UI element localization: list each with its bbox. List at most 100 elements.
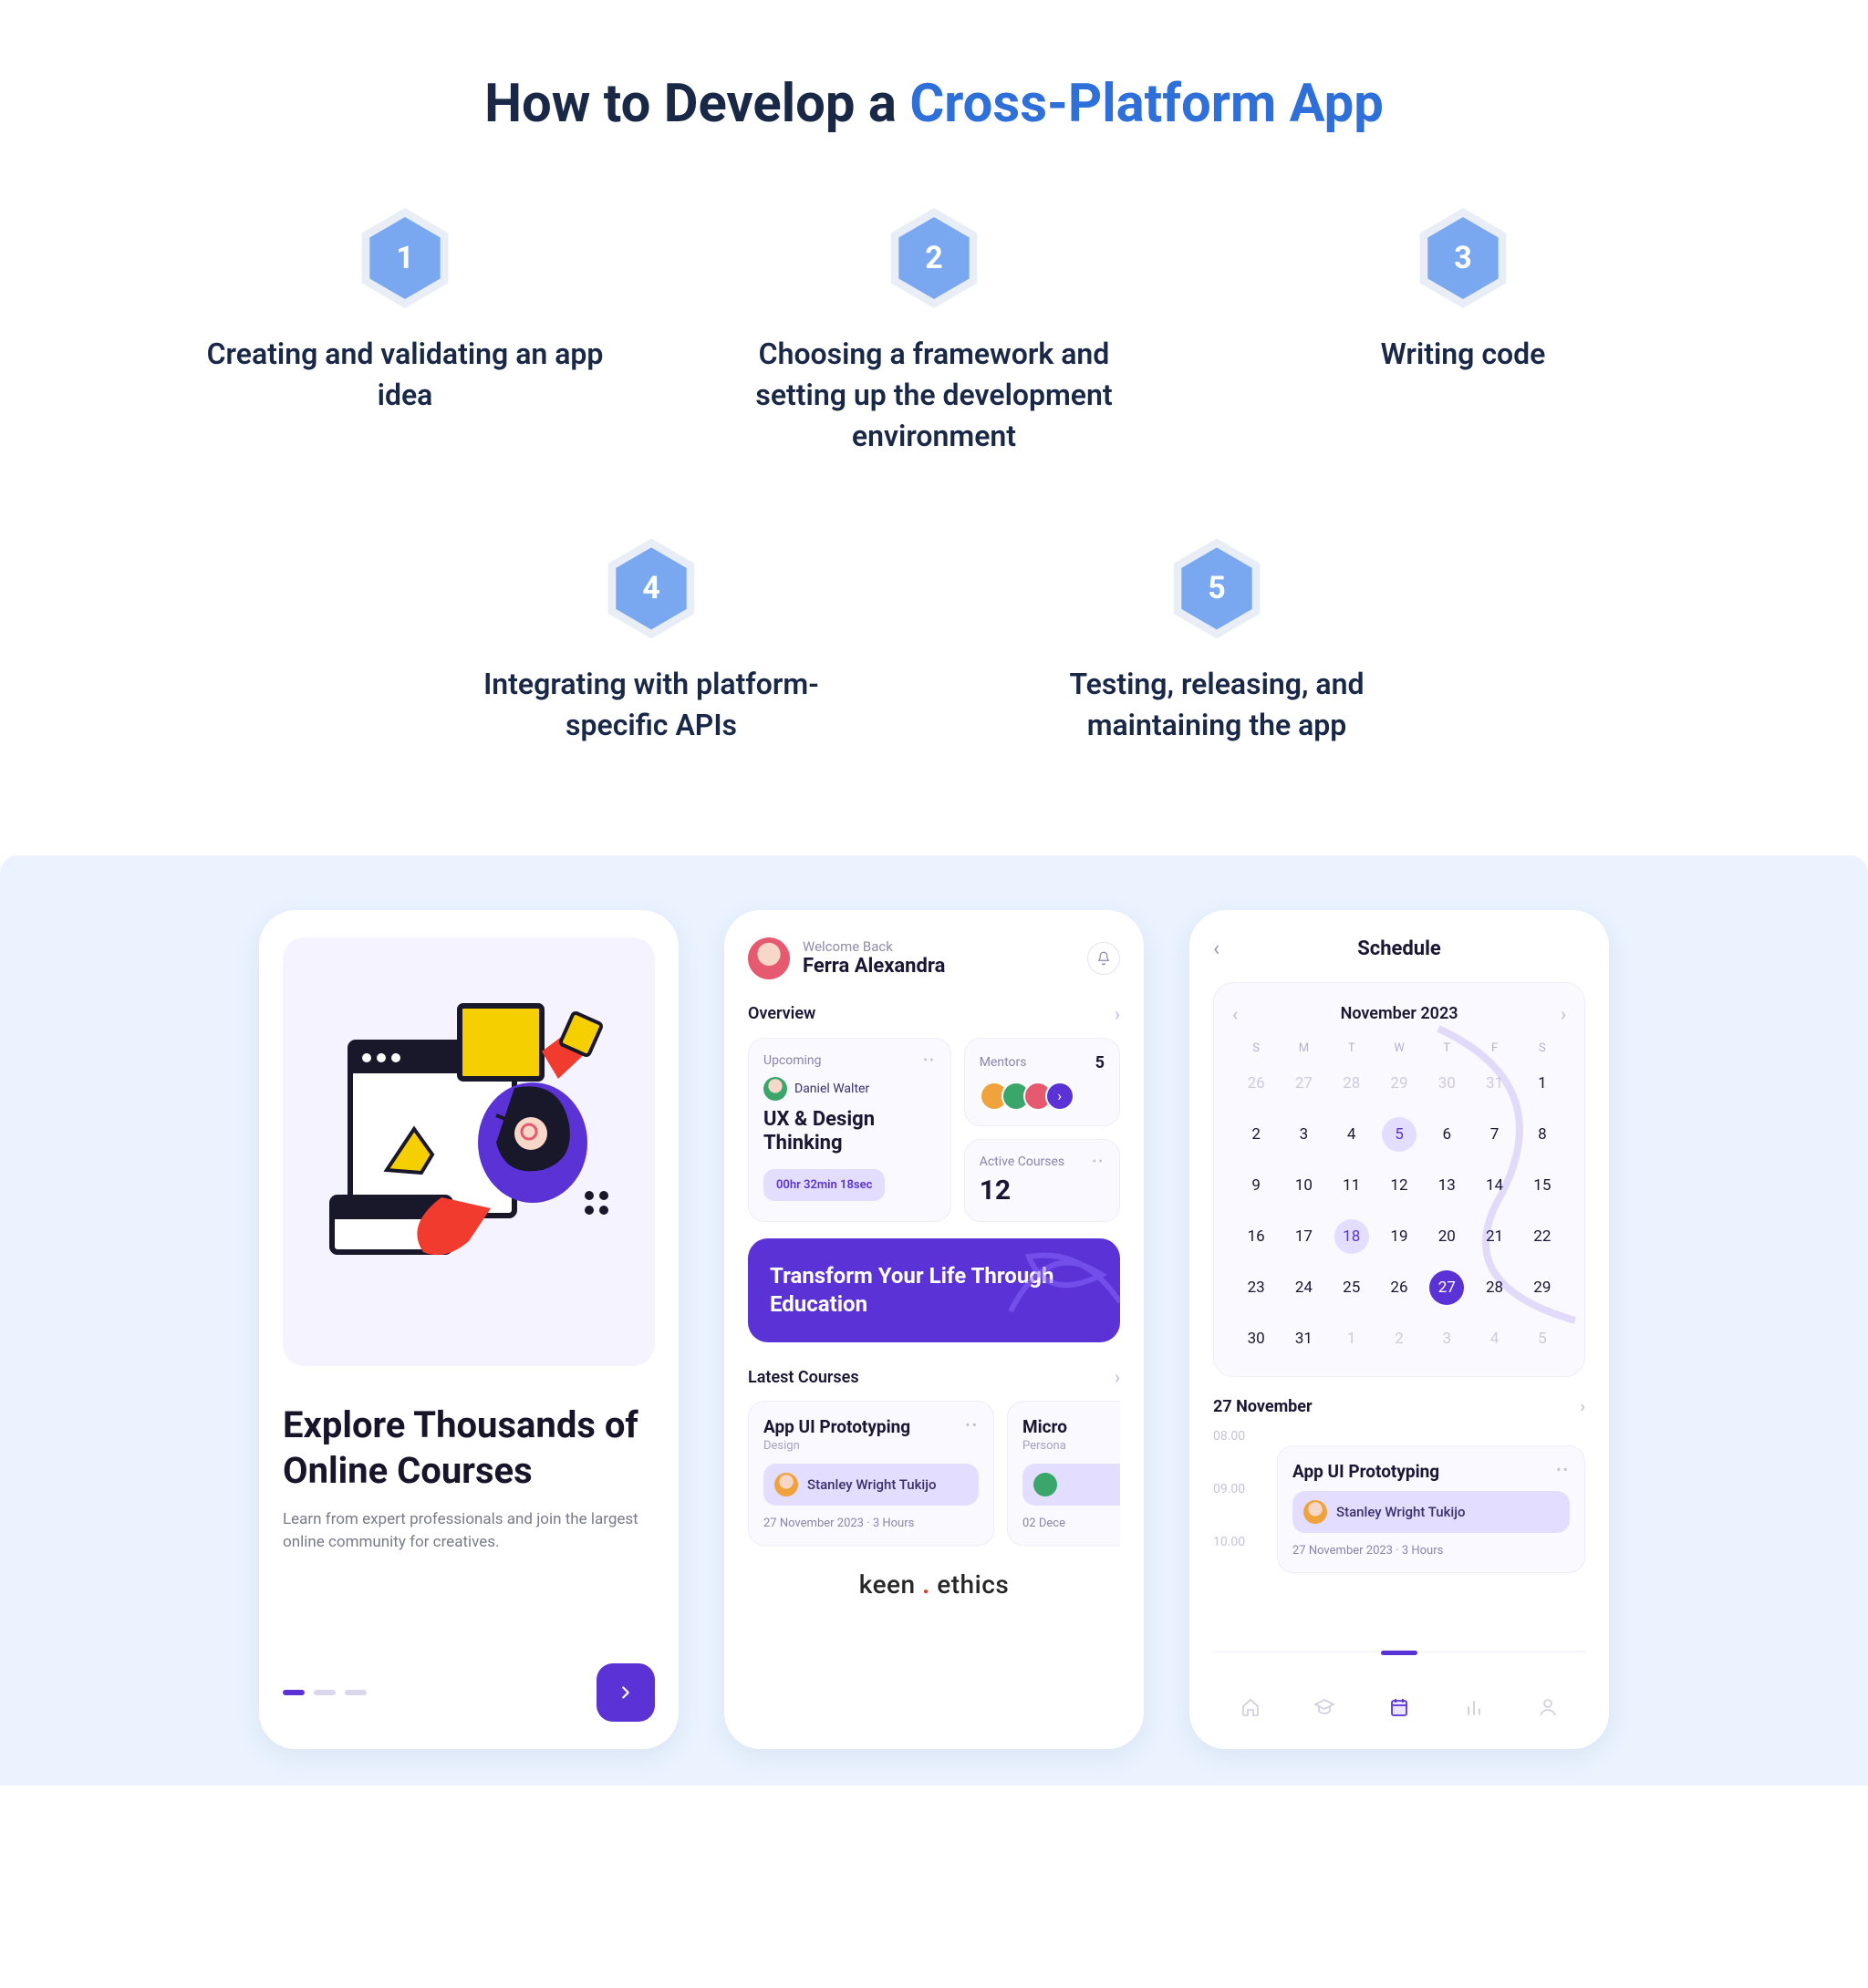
- date-cell[interactable]: 9: [1239, 1168, 1273, 1203]
- user-icon: [1537, 1696, 1559, 1718]
- user-avatar-icon[interactable]: [748, 937, 790, 979]
- tab-stats[interactable]: [1459, 1693, 1489, 1722]
- latest-label: Latest Courses: [748, 1368, 859, 1387]
- back-button[interactable]: ‹: [1213, 936, 1219, 961]
- date-heading[interactable]: 27 November ›: [1213, 1397, 1585, 1416]
- teacher-name: Daniel Walter: [794, 1082, 869, 1096]
- date-cell[interactable]: 23: [1239, 1270, 1273, 1305]
- dow-cell: T: [1328, 1041, 1375, 1055]
- course-teacher-row: Stanley Wright Tukijo: [763, 1464, 979, 1506]
- title-accent: Cross-Platform App: [909, 73, 1384, 135]
- date-cell[interactable]: 18: [1334, 1219, 1369, 1254]
- tab-indicator: [1381, 1651, 1417, 1655]
- tab-courses[interactable]: [1310, 1693, 1339, 1722]
- overview-label: Overview: [748, 1004, 815, 1023]
- active-courses-card[interactable]: Active Courses •• 12: [964, 1139, 1120, 1222]
- mentors-card[interactable]: Mentors 5 ›: [964, 1038, 1120, 1126]
- latest-heading[interactable]: Latest Courses ›: [748, 1366, 1120, 1388]
- explore-footer: [283, 1627, 655, 1722]
- notifications-button[interactable]: [1087, 942, 1120, 975]
- cal-prev-button[interactable]: ‹: [1232, 1003, 1238, 1025]
- schedule-header: ‹ Schedule: [1213, 937, 1585, 960]
- step-2: 2 Choosing a framework and setting up th…: [733, 208, 1135, 456]
- dow-cell: M: [1280, 1041, 1327, 1055]
- brand-right: ethics: [937, 1569, 1009, 1600]
- explore-subtitle: Learn from expert professionals and join…: [283, 1508, 655, 1555]
- step-label: Testing, releasing, and maintaining the …: [1016, 664, 1417, 746]
- tab-schedule[interactable]: [1385, 1693, 1414, 1722]
- event-card[interactable]: App UI Prototyping •• Stanley Wright Tuk…: [1277, 1445, 1585, 1573]
- date-cell[interactable]: 31: [1286, 1321, 1321, 1356]
- teacher-avatar-icon: [763, 1077, 787, 1101]
- upcoming-card[interactable]: Upcoming •• Daniel Walter UX & Design Th…: [748, 1038, 951, 1222]
- active-count: 12: [980, 1175, 1105, 1206]
- course-category: Persona: [1022, 1439, 1120, 1453]
- user-name: Ferra Alexandra: [803, 955, 945, 978]
- hex-icon: 4: [601, 538, 701, 638]
- event-teacher-row: Stanley Wright Tukijo: [1292, 1491, 1570, 1533]
- course-meta: 27 November 2023 · 3 Hours: [763, 1517, 979, 1530]
- hour-label: 08.00: [1213, 1429, 1585, 1444]
- more-icon[interactable]: ••: [923, 1053, 935, 1068]
- tab-bar: [1213, 1651, 1585, 1722]
- schedule-title: Schedule: [1357, 937, 1441, 960]
- date-label: 27 November: [1213, 1397, 1313, 1416]
- explore-title: Explore Thousands of Online Courses: [283, 1403, 655, 1494]
- step-1: 1 Creating and validating an app idea: [204, 208, 606, 456]
- timeline: 08.00 09.00 10.00 App UI Prototyping •• …: [1213, 1429, 1585, 1611]
- overview-heading[interactable]: Overview ›: [748, 1003, 1120, 1025]
- date-cell[interactable]: 30: [1239, 1321, 1273, 1356]
- event-meta: 27 November 2023 · 3 Hours: [1292, 1544, 1570, 1558]
- date-cell[interactable]: 25: [1334, 1270, 1369, 1305]
- event-teacher: Stanley Wright Tukijo: [1336, 1504, 1466, 1520]
- date-cell[interactable]: 27: [1286, 1066, 1321, 1101]
- latest-course-row[interactable]: App UI Prototyping Design •• Stanley Wri…: [748, 1401, 1120, 1546]
- date-cell[interactable]: 2: [1239, 1117, 1273, 1152]
- date-cell[interactable]: 16: [1239, 1219, 1273, 1254]
- hex-icon: 1: [355, 208, 455, 308]
- tab-profile[interactable]: [1533, 1693, 1562, 1722]
- phone-dashboard: Welcome Back Ferra Alexandra Overview › …: [724, 910, 1144, 1749]
- upcoming-label: Upcoming: [763, 1053, 822, 1068]
- promo-banner[interactable]: Transform Your Life Through Education: [748, 1238, 1120, 1342]
- page-container: How to Develop a Cross-Platform App 1 Cr…: [0, 0, 1868, 1786]
- date-cell[interactable]: 3: [1286, 1117, 1321, 1152]
- course-card-2[interactable]: Micro Persona 02 Dece: [1007, 1401, 1120, 1546]
- next-button[interactable]: [597, 1663, 655, 1722]
- countdown-badge: 00hr 32min 18sec: [763, 1169, 885, 1201]
- page-title: How to Develop a Cross-Platform App: [0, 0, 1868, 190]
- pager-dots[interactable]: [283, 1690, 367, 1695]
- course-category: Design: [763, 1439, 910, 1453]
- more-mentors-button[interactable]: ›: [1045, 1082, 1074, 1111]
- chevron-right-icon: [616, 1683, 636, 1703]
- date-cell[interactable]: 28: [1334, 1066, 1369, 1101]
- welcome-label: Welcome Back: [803, 938, 945, 955]
- mockups-section: Explore Thousands of Online Courses Lear…: [0, 855, 1868, 1786]
- more-icon[interactable]: ••: [1556, 1461, 1570, 1482]
- course-meta: 02 Dece: [1022, 1517, 1120, 1530]
- phone-schedule: ‹ Schedule ‹ November 2023 › SMTWTFS 262…: [1189, 910, 1609, 1749]
- more-icon[interactable]: ••: [1093, 1154, 1105, 1169]
- event-title: App UI Prototyping: [1292, 1461, 1439, 1482]
- active-label: Active Courses: [980, 1154, 1064, 1169]
- chevron-right-icon: ›: [1115, 1366, 1120, 1388]
- date-cell[interactable]: 26: [1239, 1066, 1273, 1101]
- brand-logo: keen . ethics: [748, 1569, 1120, 1600]
- date-cell[interactable]: 24: [1286, 1270, 1321, 1305]
- step-label: Creating and validating an app idea: [204, 334, 606, 416]
- bell-icon: [1095, 950, 1112, 967]
- home-icon: [1240, 1696, 1261, 1718]
- overview-grid: Upcoming •• Daniel Walter UX & Design Th…: [748, 1038, 1120, 1222]
- phone-explore: Explore Thousands of Online Courses Lear…: [259, 910, 679, 1749]
- date-cell[interactable]: 11: [1334, 1168, 1369, 1203]
- date-cell[interactable]: 4: [1334, 1117, 1369, 1152]
- date-cell[interactable]: 17: [1286, 1219, 1321, 1254]
- course-card-1[interactable]: App UI Prototyping Design •• Stanley Wri…: [748, 1401, 994, 1546]
- hex-icon: 3: [1413, 208, 1513, 308]
- tab-home[interactable]: [1236, 1693, 1265, 1722]
- title-pre: How to Develop a: [484, 73, 909, 135]
- course-title: App UI Prototyping: [763, 1416, 910, 1437]
- more-icon[interactable]: ••: [965, 1416, 979, 1434]
- date-cell[interactable]: 10: [1286, 1168, 1321, 1203]
- date-cell[interactable]: 1: [1334, 1321, 1369, 1356]
